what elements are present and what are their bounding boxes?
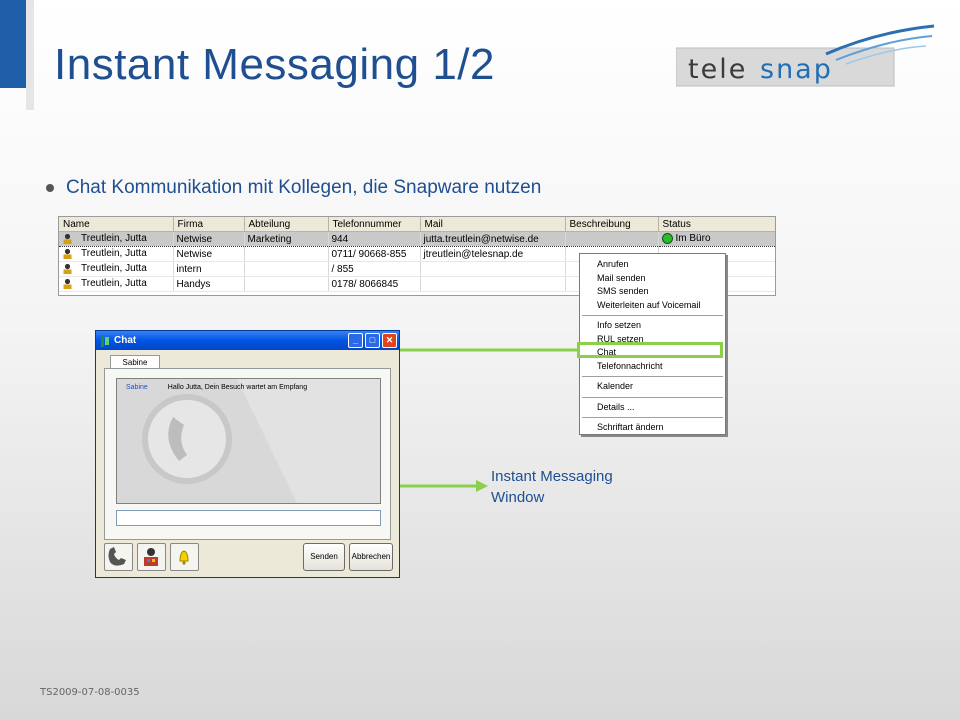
cell-abteilung <box>244 261 329 277</box>
menu-item-telefonnachricht[interactable]: Telefonnachricht <box>580 360 725 374</box>
cell-name: Treutlein, Jutta <box>81 263 147 275</box>
menu-item-details[interactable]: Details ... <box>580 401 725 415</box>
cell-telefon: 944 <box>328 231 421 247</box>
menu-separator <box>582 315 723 316</box>
menu-item-sms-senden[interactable]: SMS senden <box>580 285 725 299</box>
telesnap-logo: tele snap <box>676 24 935 87</box>
column-header-status[interactable]: Status <box>658 217 775 232</box>
cell-telefon: 0711/ 90668-855 <box>328 246 421 262</box>
contact-icon <box>63 264 72 275</box>
phone-watermark-icon <box>142 379 380 503</box>
svg-text:tele: tele <box>688 54 747 85</box>
cell-abteilung: Marketing <box>244 231 329 247</box>
cell-abteilung <box>244 276 329 292</box>
send-button[interactable]: Senden <box>303 543 345 571</box>
maximize-button[interactable]: □ <box>365 333 380 348</box>
contact-icon <box>63 249 72 260</box>
bullet-row: Chat Kommunikation mit Kollegen, die Sna… <box>46 177 541 199</box>
cell-firma: Netwise <box>173 246 245 262</box>
status-online-icon <box>661 233 673 245</box>
message-sender: Sabine <box>126 384 148 391</box>
contacts-button[interactable] <box>137 543 166 571</box>
tab-sabine[interactable]: Sabine <box>110 355 160 369</box>
accent-bar-secondary <box>26 0 34 110</box>
column-header-mail[interactable]: Mail <box>420 217 566 232</box>
cell-mail: jutta.treutlein@netwise.de <box>420 231 566 247</box>
cell-status: Im Büro <box>675 233 711 245</box>
column-header-abteilung[interactable]: Abteilung <box>244 217 329 232</box>
column-header-beschreibung[interactable]: Beschreibung <box>565 217 659 232</box>
menu-separator <box>582 376 723 377</box>
cell-firma: Handys <box>173 276 245 292</box>
chat-window: Chat _ □ ✕ Sabine Sabine Hallo Jutta, Dei… <box>95 330 400 578</box>
column-header-telefon[interactable]: Telefonnummer <box>328 217 421 232</box>
cell-name: Treutlein, Jutta <box>81 233 147 245</box>
chat-tab-panel: Sabine Hallo Jutta, Dein Besuch wartet am… <box>104 368 391 540</box>
close-button[interactable]: ✕ <box>382 333 397 348</box>
menu-item-weiterleiten[interactable]: Weiterleiten auf Voicemail <box>580 299 725 313</box>
chat-message: Sabine Hallo Jutta, Dein Besuch wartet am… <box>126 384 307 391</box>
menu-item-kalender[interactable]: Kalender <box>580 380 725 394</box>
accent-bar <box>0 0 26 88</box>
column-header-firma[interactable]: Firma <box>173 217 245 232</box>
contact-icon <box>63 234 72 245</box>
cell-telefon: / 855 <box>328 261 421 277</box>
table-header-row: Name Firma Abteilung Telefonnummer Mail … <box>59 217 775 232</box>
cell-firma: Netwise <box>173 231 245 247</box>
phone-icon <box>108 547 126 566</box>
svg-text:snap: snap <box>760 54 833 85</box>
menu-item-schriftart[interactable]: Schriftart ändern <box>580 421 725 435</box>
bullet-icon <box>46 184 54 192</box>
contact-icon <box>63 279 72 290</box>
chat-title: Chat <box>114 335 137 346</box>
menu-separator <box>582 417 723 418</box>
slide-title: Instant Messaging 1/2 <box>54 40 495 89</box>
callout-label: Instant Messaging Window <box>491 466 613 508</box>
people-icon <box>144 548 158 566</box>
chat-app-icon <box>101 334 109 347</box>
cell-mail: jtreutlein@telesnap.de <box>420 246 566 262</box>
callout-line-2: Window <box>491 489 545 506</box>
chat-titlebar[interactable]: Chat _ □ ✕ <box>96 331 399 350</box>
cell-mail <box>420 276 566 292</box>
cell-name: Treutlein, Jutta <box>81 248 147 260</box>
bullet-text: Chat Kommunikation mit Kollegen, die Sna… <box>66 177 542 198</box>
message-history[interactable]: Sabine Hallo Jutta, Dein Besuch wartet am… <box>116 378 381 504</box>
cell-abteilung <box>244 246 329 262</box>
cell-firma: intern <box>173 261 245 277</box>
menu-item-mail-senden[interactable]: Mail senden <box>580 272 725 286</box>
cell-mail <box>420 261 566 277</box>
chat-highlight-box <box>577 342 723 358</box>
menu-item-anrufen[interactable]: Anrufen <box>580 258 725 272</box>
minimize-button[interactable]: _ <box>348 333 363 348</box>
callout-line-1: Instant Messaging <box>491 468 613 485</box>
column-header-name[interactable]: Name <box>59 217 174 232</box>
cell-beschreibung <box>565 231 659 247</box>
menu-separator <box>582 396 723 398</box>
slide-footer: TS2009-07-08-0035 <box>40 687 140 698</box>
menu-item-info-setzen[interactable]: Info setzen <box>580 319 725 333</box>
cell-name: Treutlein, Jutta <box>81 278 147 290</box>
notify-button[interactable] <box>170 543 199 571</box>
call-button[interactable] <box>104 543 133 571</box>
bell-icon <box>179 550 189 565</box>
table-row[interactable]: Treutlein, Jutta Netwise Marketing 944 j… <box>59 231 775 247</box>
chat-message-input[interactable] <box>116 510 381 526</box>
cell-telefon: 0178/ 8066845 <box>328 276 421 292</box>
cancel-button[interactable]: Abbrechen <box>349 543 393 571</box>
message-text: Hallo Jutta, Dein Besuch wartet am Empfa… <box>167 384 308 391</box>
